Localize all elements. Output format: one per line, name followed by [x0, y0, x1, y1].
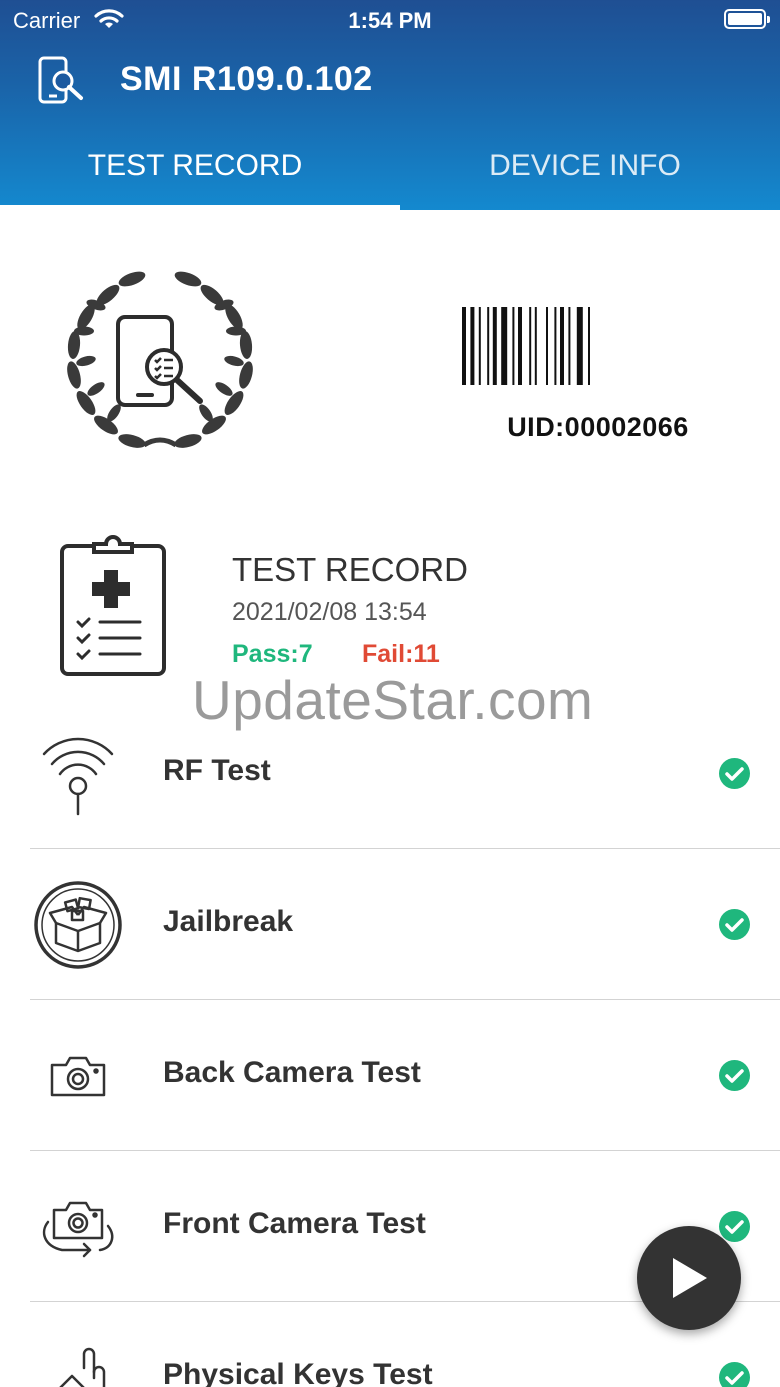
play-icon: [673, 1258, 707, 1298]
watermark-text: UpdateStar.com: [192, 669, 594, 731]
tab-device-info[interactable]: DEVICE INFO: [390, 142, 780, 210]
pass-count: Pass:7: [232, 640, 313, 668]
tab-test-record[interactable]: TEST RECORD: [0, 142, 390, 210]
record-title: TEST RECORD: [232, 551, 468, 588]
uid-label: UID:00002066: [507, 412, 689, 442]
laurel-badge-icon: [60, 265, 260, 460]
camera-switch-icon: [30, 1179, 126, 1275]
cydia-box-icon: [30, 877, 126, 973]
battery-icon: [724, 9, 770, 29]
test-row-back-camera[interactable]: Back Camera Test: [0, 1000, 780, 1151]
test-label: Jailbreak: [163, 905, 294, 938]
active-tab-indicator: [0, 205, 400, 210]
hand-press-icon: [30, 1330, 126, 1387]
check-circle-icon: [719, 758, 750, 789]
record-date: 2021/02/08 13:54: [232, 598, 427, 626]
clock: 1:54 PM: [348, 8, 432, 33]
status-bar: Carrier 1:54 PM: [0, 0, 780, 40]
test-label: RF Test: [163, 754, 271, 787]
play-button[interactable]: [637, 1226, 741, 1330]
wifi-signal-icon: [30, 726, 126, 822]
test-label: Back Camera Test: [163, 1056, 421, 1089]
app-header: Carrier 1:54 PM SMI R109.0.102 TEST RECO…: [0, 0, 780, 210]
phone-search-icon: [36, 56, 88, 111]
test-label: Physical Keys Test: [163, 1358, 433, 1387]
test-row-jailbreak[interactable]: Jailbreak: [0, 849, 780, 1000]
check-circle-icon: [719, 909, 750, 940]
check-circle-icon: [719, 1211, 750, 1242]
check-circle-icon: [719, 1362, 750, 1387]
check-circle-icon: [719, 1060, 750, 1091]
app-title: SMI R109.0.102: [120, 60, 373, 98]
clipboard-icon: [58, 534, 168, 684]
camera-icon: [30, 1028, 126, 1124]
fail-count: Fail:11: [362, 640, 440, 668]
test-label: Front Camera Test: [163, 1207, 426, 1240]
barcode-image: [462, 307, 732, 392]
